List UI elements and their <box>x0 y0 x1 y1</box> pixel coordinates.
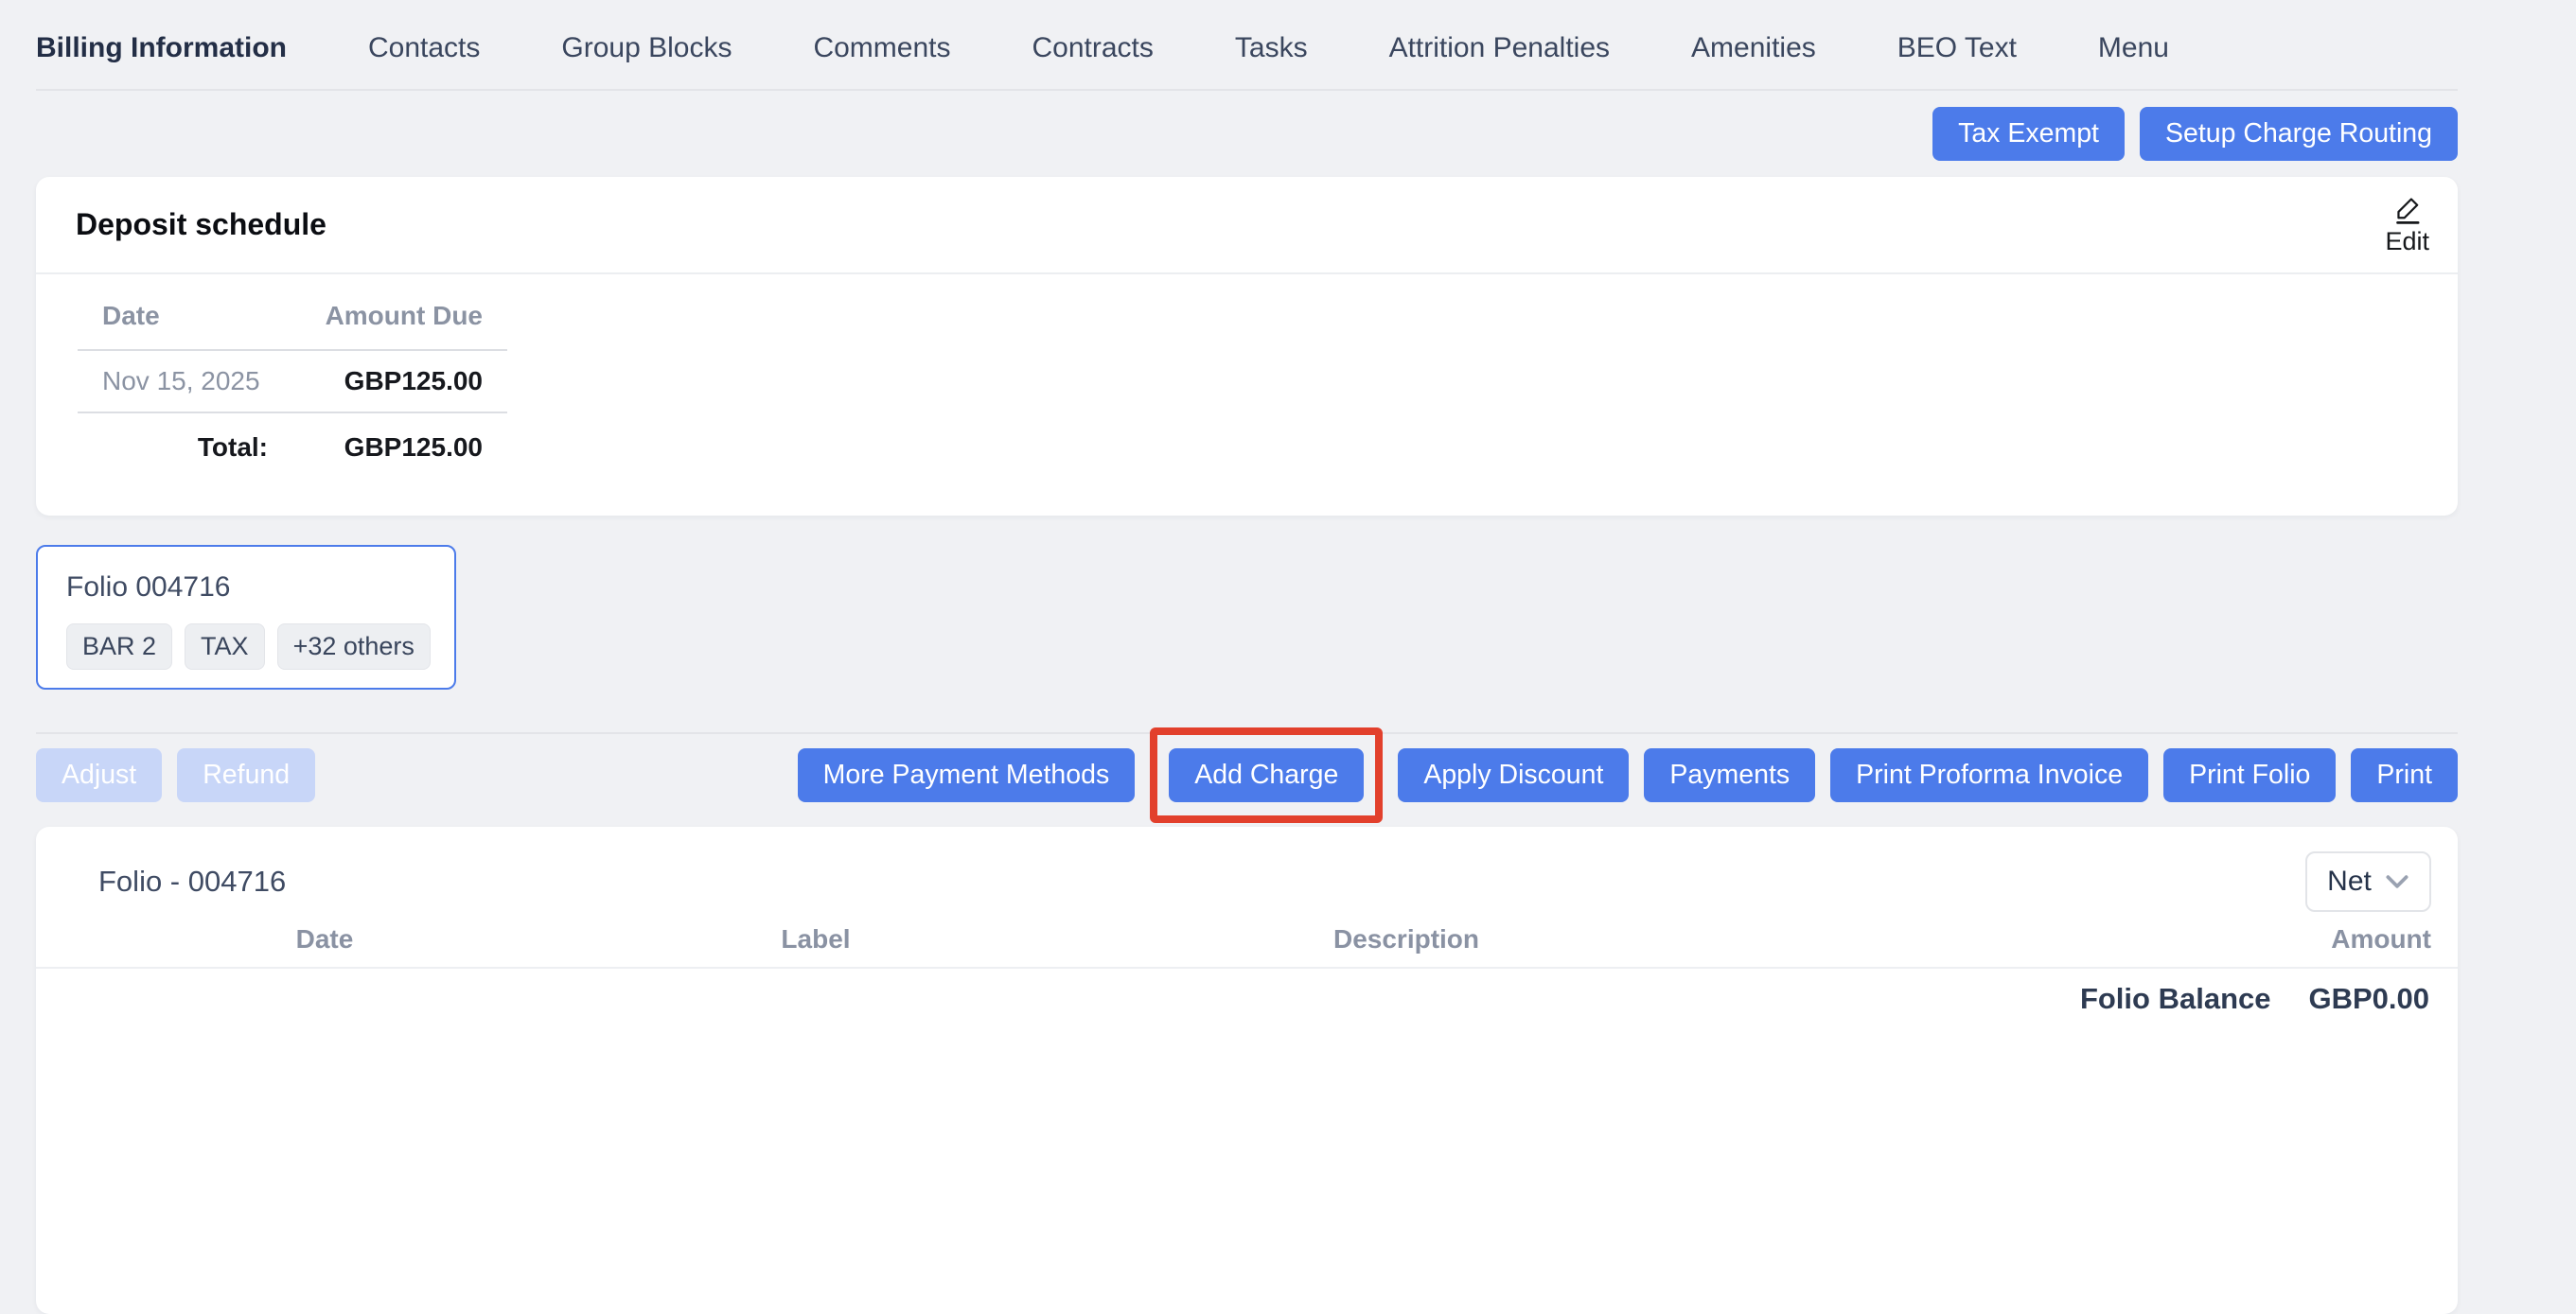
tab-tasks[interactable]: Tasks <box>1235 32 1308 64</box>
deposit-schedule-header: Deposit schedule Edit <box>36 177 2458 274</box>
folio-col-description: Description <box>1278 912 1535 967</box>
more-payment-methods-button[interactable]: More Payment Methods <box>798 748 1136 802</box>
folio-tag-list: BAR 2 TAX +32 others <box>66 623 454 670</box>
deposit-amount-value: GBP125.00 <box>292 350 507 412</box>
print-folio-button[interactable]: Print Folio <box>2163 748 2336 802</box>
deposit-schedule-card: Deposit schedule Edit Date Amount Due No… <box>36 177 2458 516</box>
net-dropdown-value: Net <box>2327 866 2372 898</box>
apply-discount-button[interactable]: Apply Discount <box>1398 748 1629 802</box>
red-highlight-annotation: Add Charge <box>1150 727 1383 823</box>
deposit-total-amount: GBP125.00 <box>292 412 507 478</box>
tag-tax: TAX <box>185 623 265 670</box>
folio-balance-amount: GBP0.00 <box>2308 982 2429 1016</box>
folio-col-label: Label <box>707 912 925 967</box>
add-charge-button[interactable]: Add Charge <box>1169 748 1364 802</box>
folio-summary-card[interactable]: Folio 004716 BAR 2 TAX +32 others <box>36 545 456 690</box>
deposit-total-row: Total: GBP125.00 <box>78 412 507 478</box>
folio-col-amount: Amount <box>2331 912 2431 967</box>
tax-exempt-button[interactable]: Tax Exempt <box>1932 107 2125 161</box>
folio-detail-title: Folio - 004716 <box>62 865 286 899</box>
refund-button[interactable]: Refund <box>177 748 315 802</box>
deposit-schedule-table: Date Amount Due Nov 15, 2025 GBP125.00 T… <box>78 274 507 478</box>
tag-32-others[interactable]: +32 others <box>277 623 431 670</box>
deposit-col-amount-due: Amount Due <box>292 274 507 350</box>
actions-right-group: More Payment Methods Add Charge Apply Di… <box>798 748 2458 802</box>
chevron-down-icon <box>2385 874 2409 889</box>
tab-billing-information[interactable]: Billing Information <box>36 32 287 64</box>
tab-bar: Billing Information Contacts Group Block… <box>36 0 2458 91</box>
deposit-total-label: Total: <box>78 412 292 478</box>
adjust-button[interactable]: Adjust <box>36 748 162 802</box>
header-action-buttons: Tax Exempt Setup Charge Routing <box>36 107 2458 161</box>
tab-amenities[interactable]: Amenities <box>1691 32 1816 64</box>
edit-button[interactable]: Edit <box>2385 194 2429 256</box>
tab-comments[interactable]: Comments <box>813 32 950 64</box>
edit-pencil-icon <box>2391 194 2424 226</box>
folio-actions-bar: Adjust Refund More Payment Methods Add C… <box>36 748 2458 802</box>
deposit-col-date: Date <box>78 274 292 350</box>
folio-detail-card: Folio - 004716 Net Date Label Descriptio… <box>36 827 2458 1314</box>
deposit-date-value: Nov 15, 2025 <box>78 350 292 412</box>
print-button[interactable]: Print <box>2351 748 2458 802</box>
folio-col-date: Date <box>216 912 433 967</box>
deposit-table-header-row: Date Amount Due <box>78 274 507 350</box>
tab-group-blocks[interactable]: Group Blocks <box>561 32 732 64</box>
payments-button[interactable]: Payments <box>1644 748 1815 802</box>
folio-detail-header: Folio - 004716 Net <box>36 827 2458 912</box>
deposit-schedule-title: Deposit schedule <box>76 207 326 242</box>
folio-balance-label: Folio Balance <box>2080 982 2271 1016</box>
edit-label: Edit <box>2385 228 2429 256</box>
folio-summary-title: Folio 004716 <box>66 571 454 604</box>
actions-left-group: Adjust Refund <box>36 748 315 802</box>
table-row: Nov 15, 2025 GBP125.00 <box>78 350 507 412</box>
tab-contacts[interactable]: Contacts <box>368 32 480 64</box>
tab-attrition-penalties[interactable]: Attrition Penalties <box>1389 32 1610 64</box>
folio-table-header-row: Date Label Description Amount <box>36 912 2458 969</box>
tag-bar-2: BAR 2 <box>66 623 172 670</box>
folio-balance-row: Folio Balance GBP0.00 <box>36 969 2458 1016</box>
net-dropdown[interactable]: Net <box>2305 851 2431 912</box>
tab-contracts[interactable]: Contracts <box>1032 32 1154 64</box>
print-proforma-invoice-button[interactable]: Print Proforma Invoice <box>1830 748 2148 802</box>
tab-beo-text[interactable]: BEO Text <box>1897 32 2017 64</box>
setup-charge-routing-button[interactable]: Setup Charge Routing <box>2140 107 2458 161</box>
tab-menu[interactable]: Menu <box>2098 32 2169 64</box>
billing-page-content: Billing Information Contacts Group Block… <box>36 0 2458 1314</box>
